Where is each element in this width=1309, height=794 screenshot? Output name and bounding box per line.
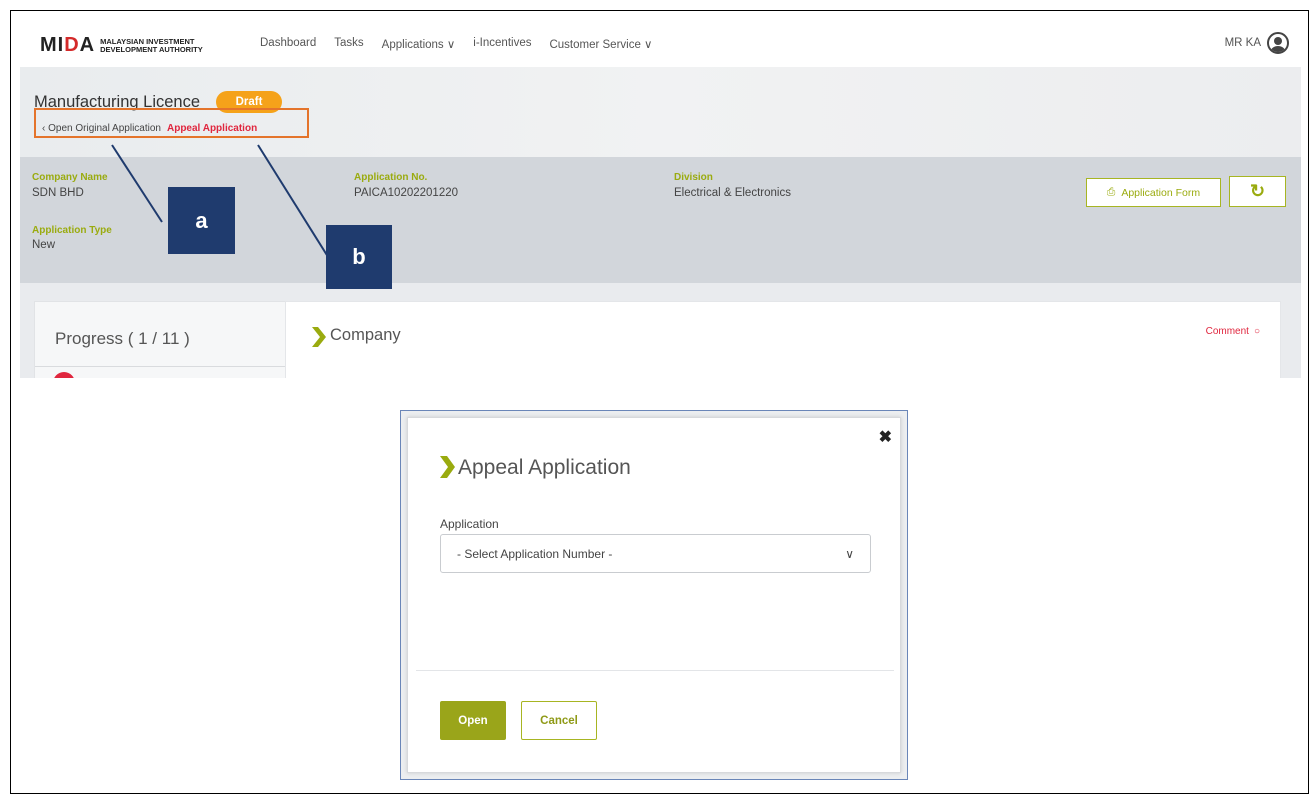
application-field-label: Application <box>440 517 499 531</box>
modal-screenshot: ✖ Appeal Application Application - Selec… <box>400 410 908 780</box>
user-avatar-icon[interactable] <box>1267 32 1289 54</box>
modal-footer-divider <box>416 670 894 671</box>
progress-step-indicator <box>53 372 75 378</box>
appeal-application-link[interactable]: Appeal Application <box>167 123 257 134</box>
user-name: MR KA <box>1224 37 1261 49</box>
company-name-label: Company Name <box>32 172 108 183</box>
callout-b: b <box>326 225 392 289</box>
division-label: Division <box>674 172 713 183</box>
logo-line-2: DEVELOPMENT AUTHORITY <box>100 44 203 54</box>
cancel-button[interactable]: Cancel <box>521 701 597 740</box>
application-type-value: New <box>32 239 56 251</box>
company-name-value: SDN BHD <box>32 187 84 199</box>
open-button[interactable]: Open <box>440 701 506 740</box>
breadcrumb: ‹ Open Original Application Appeal Appli… <box>42 123 257 134</box>
application-form-button[interactable]: ⎙ Application Form <box>1086 178 1221 207</box>
progress-panel: Progress ( 1 / 11 ) <box>34 301 289 378</box>
close-icon[interactable]: ✖ <box>879 427 892 447</box>
chevron-down-icon: ∨ <box>845 546 854 561</box>
back-link-label: Open Original Application <box>48 123 161 134</box>
progress-title: Progress ( 1 / 11 ) <box>55 329 190 348</box>
modal-title: Appeal Application <box>458 456 631 479</box>
page-header: Manufacturing Licence Draft ‹ Open Origi… <box>20 67 1301 157</box>
select-placeholder: - Select Application Number - <box>457 546 613 561</box>
application-no-value: PAICA10202201220 <box>354 187 459 199</box>
nav-links: Dashboard Tasks Applications ∨ i-Incenti… <box>260 37 652 51</box>
appeal-application-dialog: ✖ Appeal Application Application - Selec… <box>407 417 901 773</box>
history-icon: ↻ <box>1249 181 1266 201</box>
main-content: Progress ( 1 / 11 ) Company Comment ○ <box>20 283 1301 378</box>
progress-divider <box>35 366 289 367</box>
user-menu[interactable]: MR KA <box>1225 32 1289 54</box>
nav-i-incentives[interactable]: i-Incentives <box>473 37 531 51</box>
nav-customer-service[interactable]: Customer Service ∨ <box>549 37 652 51</box>
nav-dashboard[interactable]: Dashboard <box>260 37 316 51</box>
chevron-left-icon: ‹ <box>42 123 46 134</box>
comment-bubble-icon: ○ <box>1253 326 1260 337</box>
application-number-select[interactable]: - Select Application Number - ∨ <box>440 534 871 573</box>
top-navbar: MIDA MALAYSIAN INVESTMENT DEVELOPMENT AU… <box>20 20 1301 67</box>
comment-link[interactable]: Comment ○ <box>1206 326 1260 337</box>
logo-mark: MIDA <box>40 34 96 56</box>
callout-a: a <box>168 187 235 254</box>
division-value: Electrical & Electronics <box>674 187 791 199</box>
application-type-label: Application Type <box>32 225 112 236</box>
nav-tasks[interactable]: Tasks <box>334 37 363 51</box>
printer-icon: ⎙ <box>1106 186 1116 198</box>
application-no-label: Application No. <box>354 172 428 183</box>
application-form-label: Application Form <box>1121 186 1201 199</box>
comment-label: Comment <box>1205 326 1249 337</box>
history-button[interactable]: ↻ <box>1229 176 1286 207</box>
section-chevron-icon <box>312 327 326 347</box>
open-original-application-link[interactable]: ‹ Open Original Application <box>42 123 161 134</box>
modal-chevron-icon <box>440 456 455 478</box>
section-title: Company <box>330 326 401 344</box>
mida-logo[interactable]: MIDA MALAYSIAN INVESTMENT DEVELOPMENT AU… <box>40 34 203 57</box>
logo-text: MALAYSIAN INVESTMENT DEVELOPMENT AUTHORI… <box>100 37 203 54</box>
company-section: Company Comment ○ <box>285 301 1281 378</box>
nav-applications[interactable]: Applications ∨ <box>382 37 456 51</box>
